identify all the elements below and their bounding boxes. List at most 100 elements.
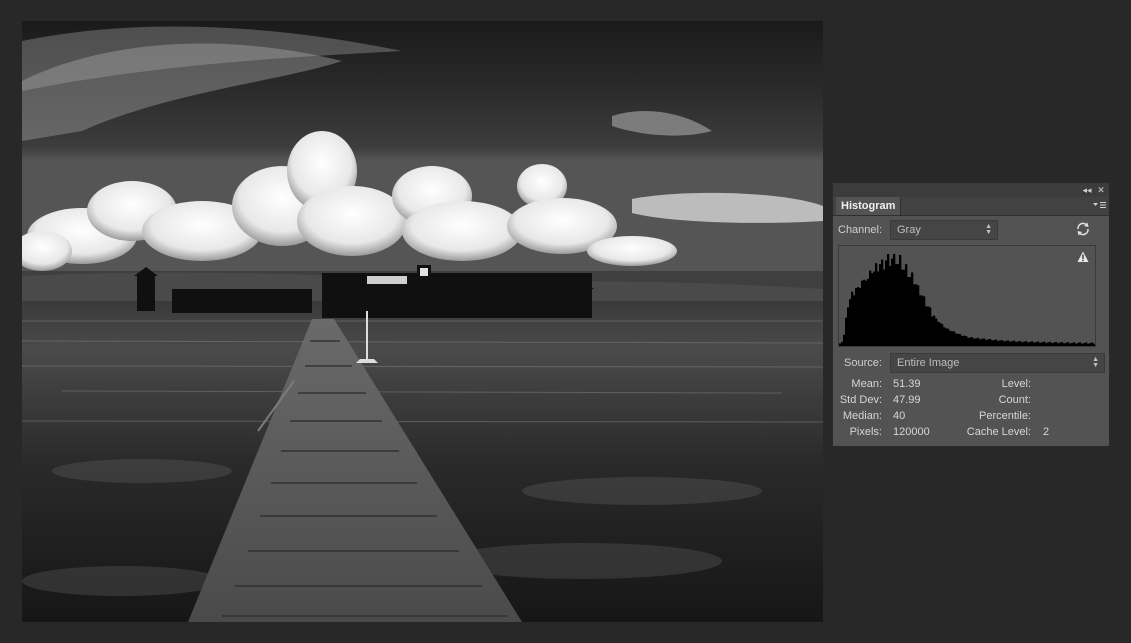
histogram-bar — [839, 343, 842, 346]
histogram-bar — [1049, 341, 1052, 346]
histogram-bar — [943, 327, 946, 346]
histogram-bar — [867, 278, 870, 346]
histogram-bar — [1023, 341, 1026, 346]
histogram-bar — [987, 339, 990, 346]
histogram-bar — [919, 295, 922, 346]
histogram-bar — [1079, 342, 1082, 346]
source-select[interactable]: Entire Image ▲ ▼ — [890, 353, 1105, 373]
histogram-bar — [949, 330, 952, 346]
histogram-bar — [1093, 343, 1096, 346]
histogram-bar — [893, 254, 896, 346]
histogram-bar — [933, 315, 936, 346]
histogram-bar — [947, 328, 950, 346]
stddev-value: 47.99 — [893, 394, 921, 406]
histogram-bar — [989, 339, 992, 346]
histogram-bar — [1053, 342, 1056, 346]
histogram-bar — [871, 273, 874, 346]
pixels-value: 120000 — [893, 426, 930, 438]
cache-level-value: 2 — [1043, 426, 1050, 438]
histogram-bar — [1083, 343, 1086, 346]
histogram-bar — [917, 285, 920, 346]
histogram-bar — [905, 264, 908, 346]
histogram-bar — [909, 277, 912, 346]
histogram-bar — [895, 264, 898, 346]
histogram-bar — [945, 328, 948, 346]
panel-title-bar[interactable]: ◂◂ ✕ — [833, 183, 1109, 197]
histogram-bar — [977, 337, 980, 346]
histogram-bar — [923, 296, 926, 346]
histogram-bar — [1013, 340, 1016, 346]
histogram-bar — [1009, 341, 1012, 346]
chevron-updown-icon: ▲ ▼ — [985, 223, 992, 236]
histogram-bar — [877, 271, 880, 346]
histogram-bar — [855, 288, 858, 346]
histogram-bar — [1085, 342, 1088, 346]
histogram-bar — [959, 334, 962, 346]
histogram-bar — [1033, 342, 1036, 346]
histogram-bar — [1065, 342, 1068, 346]
histogram-bar — [843, 334, 846, 346]
histogram-bar — [929, 307, 932, 346]
histogram-bar — [885, 260, 888, 346]
histogram-bar — [1017, 341, 1020, 346]
channel-label: Channel: — [838, 224, 883, 236]
histogram-bar — [921, 295, 924, 346]
pixels-label: Pixels: — [849, 426, 882, 438]
histogram-bar — [961, 335, 964, 346]
panel-menu-icon[interactable] — [1092, 199, 1106, 211]
histogram-bar — [941, 324, 944, 346]
histogram-bar — [1063, 343, 1066, 346]
histogram-bar — [1055, 341, 1058, 346]
histogram-bar — [937, 321, 940, 346]
histogram-bar — [889, 265, 892, 346]
histogram-bar — [1021, 342, 1024, 346]
histogram-bar — [983, 338, 986, 346]
source-label: Source: — [844, 357, 882, 369]
histogram-bar — [1031, 341, 1034, 346]
histogram-bar — [931, 316, 934, 346]
count-label: Count: — [998, 394, 1031, 406]
histogram-bar — [901, 269, 904, 346]
channel-select[interactable]: Gray ▲ ▼ — [890, 220, 998, 240]
histogram-bar — [845, 317, 848, 346]
histogram-bar — [979, 339, 982, 346]
document-canvas[interactable] — [22, 21, 823, 622]
histogram-bar — [1045, 343, 1048, 346]
tab-histogram[interactable]: Histogram — [836, 197, 902, 215]
histogram-bar — [1029, 341, 1032, 346]
histogram-bar — [1051, 343, 1054, 346]
warning-icon[interactable] — [1077, 251, 1089, 263]
histogram-bar — [967, 337, 970, 346]
histogram-bar — [873, 271, 876, 346]
histogram-bar — [853, 295, 856, 346]
histogram-bar — [899, 254, 902, 346]
histogram-bar — [965, 336, 968, 346]
histogram-bar — [1011, 341, 1014, 346]
histogram-bar — [1073, 342, 1076, 346]
refresh-icon[interactable] — [1075, 221, 1091, 237]
histogram-bar — [1081, 343, 1084, 346]
histogram-bar — [999, 340, 1002, 346]
histogram-bar — [985, 339, 988, 346]
histogram-bar — [1005, 340, 1008, 346]
histogram-bar — [955, 333, 958, 346]
histogram-bar — [1003, 341, 1006, 346]
histogram-bar — [1067, 342, 1070, 346]
histogram-bar — [975, 338, 978, 346]
histogram-bar — [1089, 343, 1092, 346]
histogram-bar — [863, 279, 866, 346]
histogram-bar — [879, 264, 882, 346]
source-select-value: Entire Image — [897, 357, 960, 369]
collapse-panel-button[interactable]: ◂◂ — [1081, 183, 1093, 197]
close-panel-button[interactable]: ✕ — [1095, 183, 1107, 197]
histogram-graph[interactable] — [838, 245, 1096, 347]
histogram-bar — [957, 333, 960, 346]
photo-pier-seascape — [22, 21, 823, 622]
histogram-bar — [997, 341, 1000, 346]
histogram-bar — [851, 291, 854, 346]
histogram-bar — [939, 322, 942, 346]
histogram-bar — [991, 340, 994, 346]
histogram-bar — [1035, 342, 1038, 346]
median-value: 40 — [893, 410, 906, 422]
panel-tab-row: Histogram — [833, 197, 1109, 216]
